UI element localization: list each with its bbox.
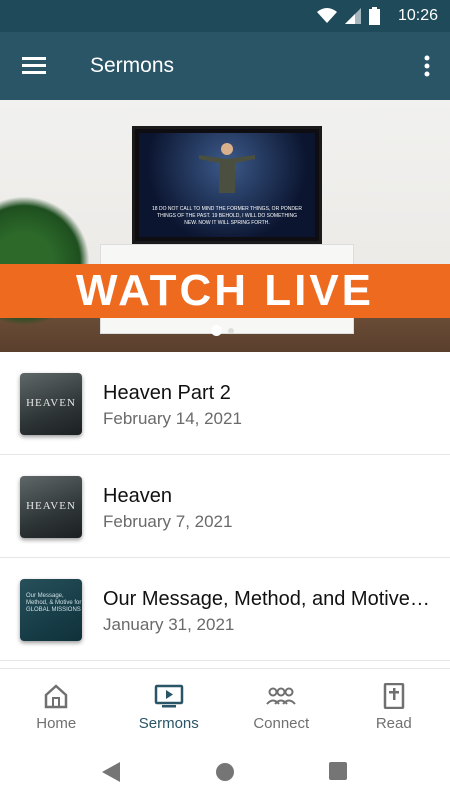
tv-screen: 18 DO NOT CALL TO MIND THE FORMER THINGS… bbox=[139, 133, 315, 237]
nav-sermons[interactable]: Sermons bbox=[113, 669, 226, 748]
sermon-thumbnail: HEAVEN bbox=[20, 373, 82, 435]
hamburger-menu-icon[interactable] bbox=[20, 52, 50, 80]
nav-label: Connect bbox=[253, 715, 310, 732]
tv-caption: 18 DO NOT CALL TO MIND THE FORMER THINGS… bbox=[152, 206, 302, 226]
sermon-title: Heaven bbox=[103, 485, 172, 507]
nav-read[interactable]: Read bbox=[338, 669, 450, 748]
people-icon bbox=[266, 687, 297, 705]
nav-label: Sermons bbox=[138, 715, 199, 732]
carousel-indicator bbox=[211, 325, 234, 336]
page-title: Sermons bbox=[90, 54, 175, 77]
watch-live-banner[interactable]: 18 DO NOT CALL TO MIND THE FORMER THINGS… bbox=[0, 100, 450, 352]
bible-icon bbox=[383, 683, 404, 709]
watch-live-label: WATCH LIVE bbox=[0, 264, 450, 318]
thumbnail-text: HEAVEN bbox=[26, 397, 76, 409]
wifi-icon bbox=[317, 8, 337, 23]
sermon-date: February 14, 2021 bbox=[103, 409, 242, 428]
sermon-item[interactable]: Our Message, Method, & Motive for GLOBAL… bbox=[0, 558, 450, 661]
recents-icon[interactable] bbox=[328, 761, 348, 781]
back-icon[interactable] bbox=[100, 760, 122, 784]
sermon-list: HEAVEN Heaven Part 2 February 14, 2021 H… bbox=[0, 352, 450, 661]
carousel-dot-active bbox=[211, 325, 222, 336]
tv-image: 18 DO NOT CALL TO MIND THE FORMER THINGS… bbox=[132, 126, 322, 244]
sermon-title: Heaven Part 2 bbox=[103, 382, 231, 404]
status-icons bbox=[317, 7, 380, 25]
sermon-date: February 7, 2021 bbox=[103, 512, 233, 531]
bottom-navigation: Home Sermons Connect Read bbox=[0, 668, 450, 748]
status-time: 10:26 bbox=[397, 7, 438, 24]
sermon-thumbnail: Our Message, Method, & Motive for GLOBAL… bbox=[20, 579, 82, 641]
status-bar: 10:26 bbox=[0, 0, 450, 32]
nav-label: Read bbox=[375, 715, 412, 732]
sermon-item[interactable]: HEAVEN Heaven February 7, 2021 bbox=[0, 455, 450, 558]
sermon-title: Our Message, Method, and Motive for Glob… bbox=[103, 588, 433, 610]
nav-label: Home bbox=[36, 715, 77, 732]
thumbnail-text: HEAVEN bbox=[26, 500, 76, 512]
more-options-icon[interactable] bbox=[420, 50, 434, 82]
home-icon bbox=[45, 684, 68, 709]
thumbnail-text: Our Message, Method, & Motive for GLOBAL… bbox=[26, 593, 82, 613]
cell-signal-icon bbox=[345, 8, 361, 24]
system-navigation-bar bbox=[0, 748, 450, 800]
nav-home[interactable]: Home bbox=[0, 669, 113, 748]
battery-icon bbox=[369, 7, 380, 25]
carousel-dot bbox=[228, 327, 234, 334]
home-circle-icon[interactable] bbox=[214, 761, 236, 783]
preacher-figure-icon bbox=[199, 143, 255, 193]
tv-play-icon bbox=[154, 684, 183, 708]
app-bar: Sermons bbox=[0, 32, 450, 100]
sermon-item[interactable]: HEAVEN Heaven Part 2 February 14, 2021 bbox=[0, 352, 450, 455]
sermon-thumbnail: HEAVEN bbox=[20, 476, 82, 538]
sermon-date: January 31, 2021 bbox=[103, 615, 235, 634]
nav-connect[interactable]: Connect bbox=[225, 669, 338, 748]
